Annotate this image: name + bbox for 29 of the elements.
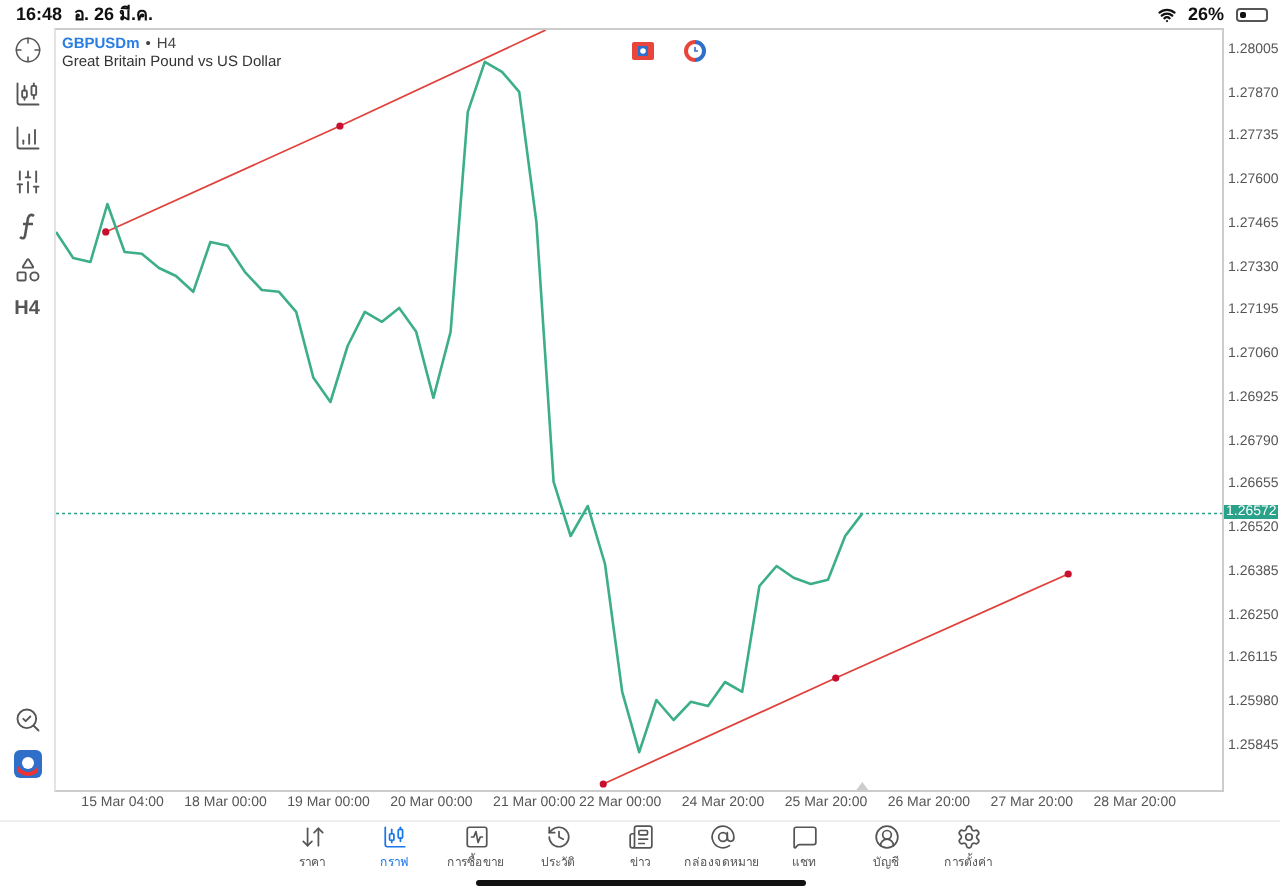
bar-chart-icon[interactable] [11,122,43,154]
arrows-icon [299,824,325,850]
chart-icon [463,824,489,850]
at-sign-icon [709,824,735,850]
one-click-trading-icon[interactable] [632,42,654,60]
battery-icon [1236,7,1268,21]
crosshair-icon[interactable] [11,34,43,66]
wifi-icon [1157,5,1176,23]
anchor-point[interactable] [1064,570,1072,578]
clock-ring-icon[interactable] [684,40,706,62]
history-icon [545,824,571,850]
app-logo-icon[interactable] [11,748,43,780]
clock: 16:48 [16,4,63,24]
chat-bubble-icon [791,824,817,850]
date: อ. 26 มี.ค. [74,2,154,28]
timeframe-button[interactable]: H4 [14,298,40,320]
candlestick-icon[interactable] [11,78,43,110]
anchor-point[interactable] [336,122,344,130]
sliders-icon[interactable] [11,166,43,198]
shapes-icon[interactable] [11,254,43,286]
anchor-point[interactable] [102,228,110,236]
user-icon [873,824,899,850]
settings-icon [955,824,981,850]
search-icon[interactable] [11,704,43,736]
candlestick-icon [381,824,407,850]
anchor-point[interactable] [832,674,840,682]
newspaper-icon [627,824,653,850]
battery-percent: 26% [1187,4,1224,24]
anchor-point[interactable] [599,780,607,788]
